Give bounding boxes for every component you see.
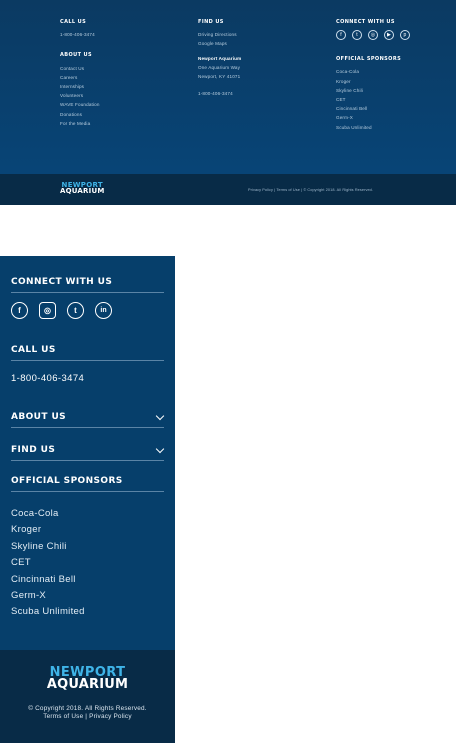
find-link-google-maps[interactable]: Google Maps	[198, 39, 308, 48]
copyright-text: © Copyright 2018. All Rights Reserved.	[303, 188, 374, 192]
sponsor-scuba-unlimited: Scuba Unlimited	[11, 606, 85, 618]
about-us-label: ABOUT US	[11, 412, 67, 422]
desktop-bottom-bar: NEWPORT AQUARIUM Privacy Policy | Terms …	[0, 174, 456, 205]
chevron-down-icon	[155, 411, 165, 421]
mobile-about-us-heading[interactable]: ABOUT US	[11, 411, 165, 428]
mobile-connect-section: CONNECT WITH US f ◎ t in	[11, 277, 164, 319]
mobile-bottom-bar: NEWPORT AQUARIUM © Copyright 2018. All R…	[0, 650, 175, 743]
sponsor-kroger: Kroger	[11, 524, 42, 536]
mobile-social-icons: f ◎ t in	[11, 302, 164, 319]
mobile-about-us-accordion[interactable]: ABOUT US	[11, 411, 165, 428]
mobile-sponsors-section: OFFICIAL SPONSORS Coca-Cola Kroger Skyli…	[11, 476, 164, 621]
pinterest-icon[interactable]: p	[400, 30, 410, 41]
address-line-1: One Aquarium Way	[198, 64, 241, 70]
instagram-icon[interactable]: ◎	[368, 30, 378, 41]
about-link-for-the-media[interactable]: For the Media	[60, 119, 170, 128]
mobile-footer: CONNECT WITH US f ◎ t in CALL US 1-800-4…	[0, 256, 175, 743]
sponsor-coca-cola: Coca-Cola	[336, 69, 360, 75]
mobile-call-us-section: CALL US 1-800-406-3474	[11, 345, 164, 384]
call-us-phone-link[interactable]: 1-800-406-3474	[60, 30, 170, 39]
sponsor-kroger: Kroger	[336, 78, 351, 84]
sponsor-cincinnati-bell: Cincinnati Bell	[336, 106, 368, 112]
mobile-find-us-accordion[interactable]: FIND US	[11, 444, 165, 461]
twitter-icon[interactable]: t	[67, 302, 84, 319]
twitter-icon[interactable]: t	[352, 30, 362, 41]
mobile-legal: © Copyright 2018. All Rights Reserved. T…	[0, 705, 175, 722]
about-link-careers[interactable]: Careers	[60, 73, 170, 82]
mobile-call-us-heading: CALL US	[11, 345, 164, 361]
mobile-connect-heading: CONNECT WITH US	[11, 277, 164, 293]
copyright-text: © Copyright 2018. All Rights Reserved.	[28, 705, 147, 712]
about-link-volunteers[interactable]: Volunteers	[60, 91, 170, 100]
sponsor-scuba-unlimited: Scuba Unlimited	[336, 124, 372, 130]
address-line-2: Newport, KY 41071	[198, 74, 241, 80]
mobile-sponsors-heading: OFFICIAL SPONSORS	[11, 476, 164, 492]
terms-of-use-link[interactable]: Terms of Use	[43, 713, 83, 720]
logo-line-2: AQUARIUM	[60, 187, 105, 195]
sponsor-cet: CET	[336, 97, 346, 103]
address-name: Newport Aquarium	[198, 55, 242, 61]
about-link-internships[interactable]: Internships	[60, 82, 170, 91]
find-us-heading: FIND US	[198, 19, 224, 25]
terms-of-use-link[interactable]: Terms of Use	[276, 188, 300, 192]
mobile-sponsor-list: Coca-Cola Kroger Skyline Chili CET Cinci…	[11, 506, 164, 621]
sponsor-cet: CET	[11, 557, 31, 569]
sponsor-cincinnati-bell: Cincinnati Bell	[11, 573, 76, 585]
about-us-heading: ABOUT US	[60, 52, 93, 59]
about-link-contact-us[interactable]: Contact Us	[60, 64, 170, 73]
connect-column: CONNECT WITH US f t ◎ ▶ p OFFICIAL SPONS…	[336, 18, 446, 132]
newport-aquarium-logo[interactable]: NEWPORT AQUARIUM	[60, 182, 105, 195]
sponsor-coca-cola: Coca-Cola	[11, 508, 59, 519]
facebook-icon[interactable]: f	[11, 302, 28, 319]
sponsor-skyline-chili: Skyline Chili	[336, 87, 363, 93]
chevron-down-icon	[155, 444, 165, 454]
find-link-driving-directions[interactable]: Driving Directions	[198, 30, 308, 39]
mobile-find-us-heading[interactable]: FIND US	[11, 444, 165, 461]
about-link-donations[interactable]: Donations	[60, 110, 170, 119]
sponsors-heading: OFFICIAL SPONSORS	[336, 56, 402, 63]
instagram-icon[interactable]: ◎	[39, 302, 56, 319]
sponsor-skyline-chili: Skyline Chili	[11, 540, 67, 552]
newport-aquarium-logo[interactable]: NEWPORT AQUARIUM	[0, 666, 175, 691]
privacy-policy-link[interactable]: Privacy Policy	[248, 188, 273, 192]
linkedin-icon[interactable]: in	[95, 302, 112, 319]
connect-heading: CONNECT WITH US	[336, 19, 395, 25]
call-us-column: CALL US 1-800-406-3474 ABOUT US Contact …	[60, 18, 170, 128]
desktop-footer: CALL US 1-800-406-3474 ABOUT US Contact …	[0, 0, 456, 205]
find-us-label: FIND US	[11, 445, 56, 455]
find-us-column: FIND US Driving Directions Google Maps N…	[198, 18, 308, 98]
youtube-icon[interactable]: ▶	[384, 30, 394, 41]
privacy-policy-link[interactable]: Privacy Policy	[89, 713, 132, 720]
desktop-social-icons: f t ◎ ▶ p	[336, 30, 446, 41]
find-us-phone-link[interactable]: 1-800-406-3474	[198, 89, 308, 98]
sponsor-germ-x: Germ-X	[336, 115, 353, 121]
mobile-phone-link[interactable]: 1-800-406-3474	[11, 373, 164, 384]
call-us-heading: CALL US	[60, 19, 87, 25]
sponsor-germ-x: Germ-X	[11, 590, 47, 602]
facebook-icon[interactable]: f	[336, 30, 346, 41]
desktop-legal: Privacy Policy | Terms of Use | © Copyri…	[248, 188, 373, 192]
about-link-wave-foundation[interactable]: WAVE Foundation	[60, 100, 170, 109]
logo-line-2: AQUARIUM	[46, 677, 129, 692]
